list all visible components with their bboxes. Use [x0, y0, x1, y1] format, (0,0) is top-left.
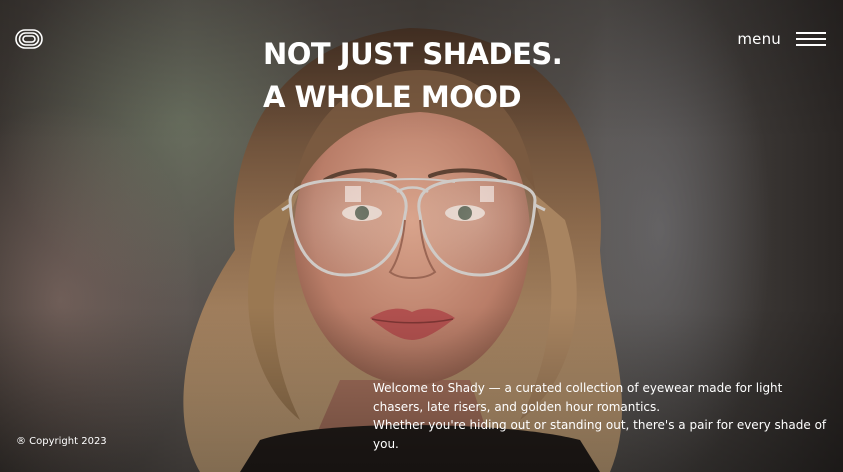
- brand-logo-icon[interactable]: [15, 29, 43, 49]
- welcome-line-1: Welcome to Shady — a curated collection …: [373, 381, 783, 414]
- headline-line-2: A WHOLE MOOD: [263, 80, 522, 114]
- copyright-text: ® Copyright 2023: [16, 436, 107, 447]
- hamburger-icon: [796, 32, 826, 46]
- hero-headline: NOT JUST SHADES. A WHOLE MOOD: [263, 33, 563, 119]
- welcome-text: Welcome to Shady — a curated collection …: [373, 379, 831, 453]
- welcome-line-2: Whether you're hiding out or standing ou…: [373, 418, 827, 451]
- menu-button[interactable]: menu: [737, 30, 826, 48]
- menu-label: menu: [737, 30, 781, 48]
- headline-line-1: NOT JUST SHADES.: [263, 37, 563, 71]
